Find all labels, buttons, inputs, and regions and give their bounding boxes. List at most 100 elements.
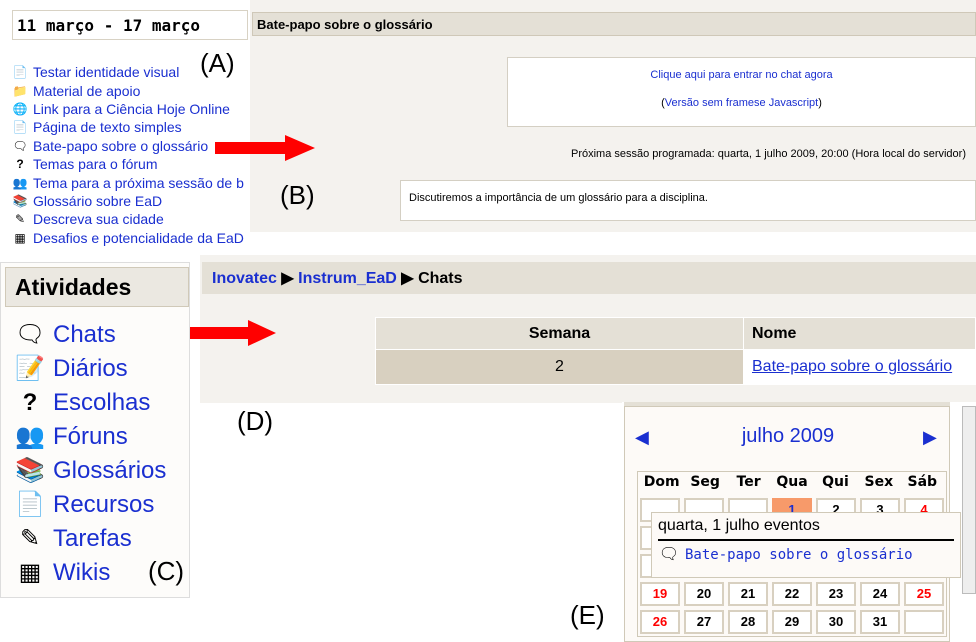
week-header: 11 março - 17 março <box>12 10 248 40</box>
activity-link[interactable]: Desafios e potencialidade da EaD <box>33 230 244 246</box>
breadcrumb-separator-icon: ▶ <box>281 270 294 287</box>
list-item[interactable]: 👥 Fóruns <box>15 420 166 454</box>
list-item[interactable]: 📝 Diários <box>15 352 166 386</box>
list-item[interactable]: 🌐 Link para a Ciência Hoje Online <box>12 100 244 118</box>
activities-title: Atividades <box>5 267 189 307</box>
activity-link[interactable]: Link para a Ciência Hoje Online <box>33 101 230 117</box>
list-item[interactable]: 🗨 Chats <box>15 318 166 352</box>
forum-icon: 👥 <box>12 175 28 190</box>
page-icon: 📄 <box>12 120 28 135</box>
list-item[interactable]: ✎ Tarefas <box>15 522 166 556</box>
list-item[interactable]: 📄 Página de texto simples <box>12 118 244 136</box>
calendar-day[interactable]: 20 <box>684 582 724 606</box>
weekday-header: Ter <box>736 474 761 490</box>
list-item[interactable]: ✎ Descreva sua cidade <box>12 210 244 228</box>
list-item[interactable]: 📚 Glossários <box>15 454 166 488</box>
list-item[interactable]: ? Temas para o fórum <box>12 155 244 173</box>
weekday-header: Seg <box>690 474 720 490</box>
activity-link[interactable]: Tarefas <box>53 525 132 553</box>
calendar-day[interactable]: 23 <box>816 582 856 606</box>
tooltip-event-link[interactable]: Bate-papo sobre o glossário <box>685 547 913 563</box>
activity-link[interactable]: Chats <box>53 321 116 349</box>
calendar-day[interactable]: 30 <box>816 610 856 634</box>
chat-entry-box: Clique aqui para entrar no chat agora (V… <box>507 57 976 127</box>
chat-description: Discutiremos a importância de um glossár… <box>400 180 976 221</box>
wiki-icon: ▦ <box>14 230 26 245</box>
chat-title: Bate-papo sobre o glossário <box>252 12 976 36</box>
arrow-c-to-d-icon <box>190 320 276 346</box>
calendar-day[interactable]: 22 <box>772 582 812 606</box>
calendar-day[interactable]: 28 <box>728 610 768 634</box>
calendar-day[interactable]: 27 <box>684 610 724 634</box>
label-d: (D) <box>237 406 274 436</box>
activity-link[interactable]: Tema para a próxima sessão de b <box>33 175 244 191</box>
activity-link[interactable]: Testar identidade visual <box>33 64 179 80</box>
event-tooltip: quarta, 1 julho eventos 🗨 Bate-papo sobre… <box>651 512 961 578</box>
glossary-icon: 📚 <box>12 193 28 208</box>
weekday-header: Qua <box>776 474 808 490</box>
next-session-text: Próxima sessão programada: quarta, 1 jul… <box>571 148 966 160</box>
chat-icon: 🗨 <box>15 321 46 348</box>
calendar-day[interactable]: 25 <box>904 582 944 606</box>
activity-list: 📄 Testar identidade visual 📁 Material de ap… <box>12 63 244 247</box>
assignment-icon: ✎ <box>19 525 41 552</box>
activity-link[interactable]: Wikis <box>53 559 110 587</box>
month-title[interactable]: julho 2009 <box>625 425 951 448</box>
chat-view-panel: Bate-papo sobre o glossário Clique aqui … <box>250 0 976 232</box>
page-icon: 📄 <box>15 491 45 518</box>
activity-link[interactable]: Material de apoio <box>33 83 140 99</box>
chats-index-panel: Inovatec ▶ Instrum_EaD ▶ Chats Semana Nom… <box>200 255 976 403</box>
globe-link-icon: 🌐 <box>12 101 28 116</box>
activity-link[interactable]: Descreva sua cidade <box>33 211 164 227</box>
label-a: (A) <box>200 48 235 78</box>
calendar-day[interactable]: 21 <box>728 582 768 606</box>
scrollbar[interactable] <box>962 406 976 594</box>
tooltip-title: quarta, 1 julho eventos <box>658 517 954 541</box>
calendar-day[interactable]: 26 <box>640 610 680 634</box>
column-header-name: Nome <box>743 317 976 350</box>
list-item[interactable]: 👥 Tema para a próxima sessão de b <box>12 173 244 191</box>
activity-link[interactable]: Fóruns <box>53 423 128 451</box>
calendar-day[interactable]: 19 <box>640 582 680 606</box>
noframes-link[interactable]: Versão sem framese Javascript <box>665 97 818 109</box>
week-cell: 2 <box>375 349 744 385</box>
list-item[interactable]: 🗨 Bate-papo sobre o glossário <box>12 137 244 155</box>
label-b: (B) <box>280 180 315 210</box>
next-month-icon[interactable]: ▶ <box>923 427 937 448</box>
activities-block: Atividades 🗨 Chats 📝 Diários ? Escolhas 👥 Fórun… <box>0 262 190 598</box>
list-item[interactable]: 📚 Glossário sobre EaD <box>12 192 244 210</box>
column-header-week: Semana <box>375 317 744 350</box>
activity-link[interactable]: Escolhas <box>53 389 150 417</box>
chat-link[interactable]: Bate-papo sobre o glossário <box>752 358 952 375</box>
arrow-a-to-b-icon <box>215 135 315 161</box>
question-icon: ? <box>16 157 24 172</box>
enter-chat-link[interactable]: Clique aqui para entrar no chat agora <box>650 69 832 81</box>
chats-table: Semana Nome 2 Bate-papo sobre o glossário <box>375 317 976 385</box>
list-item[interactable]: ▦ Desafios e potencialidade da EaD <box>12 229 244 247</box>
forum-icon: 👥 <box>15 423 45 450</box>
list-item[interactable]: 📄 Recursos <box>15 488 166 522</box>
chat-icon: 🗨 <box>12 138 28 153</box>
calendar-day[interactable]: 29 <box>772 610 812 634</box>
activity-link[interactable]: Bate-papo sobre o glossário <box>33 138 208 154</box>
list-item[interactable]: ▦ Wikis <box>15 556 166 590</box>
wiki-icon: ▦ <box>18 559 42 586</box>
activity-link[interactable]: Glossários <box>53 457 166 485</box>
journal-icon: 📝 <box>15 355 45 382</box>
breadcrumb-module[interactable]: Instrum_EaD <box>298 270 397 287</box>
calendar-day[interactable]: 24 <box>860 582 900 606</box>
list-item[interactable]: 📁 Material de apoio <box>12 81 244 99</box>
calendar-panel: ◀ julho 2009 ▶ Dom Seg Ter Qua Qui Sex Sáb 123… <box>622 402 976 642</box>
page-icon: 📄 <box>12 65 28 80</box>
breadcrumb-course[interactable]: Inovatec <box>212 270 277 287</box>
activity-link[interactable]: Diários <box>53 355 128 383</box>
activity-link[interactable]: Página de texto simples <box>33 119 182 135</box>
table-row: 2 Bate-papo sobre o glossário <box>375 349 976 385</box>
activity-link[interactable]: Recursos <box>53 491 154 519</box>
activity-link[interactable]: Glossário sobre EaD <box>33 193 162 209</box>
calendar-day[interactable]: 31 <box>860 610 900 634</box>
list-item[interactable]: ? Escolhas <box>15 386 166 420</box>
weekday-header: Dom <box>643 474 680 490</box>
breadcrumb-separator-icon: ▶ <box>401 270 414 287</box>
activity-link[interactable]: Temas para o fórum <box>33 156 158 172</box>
